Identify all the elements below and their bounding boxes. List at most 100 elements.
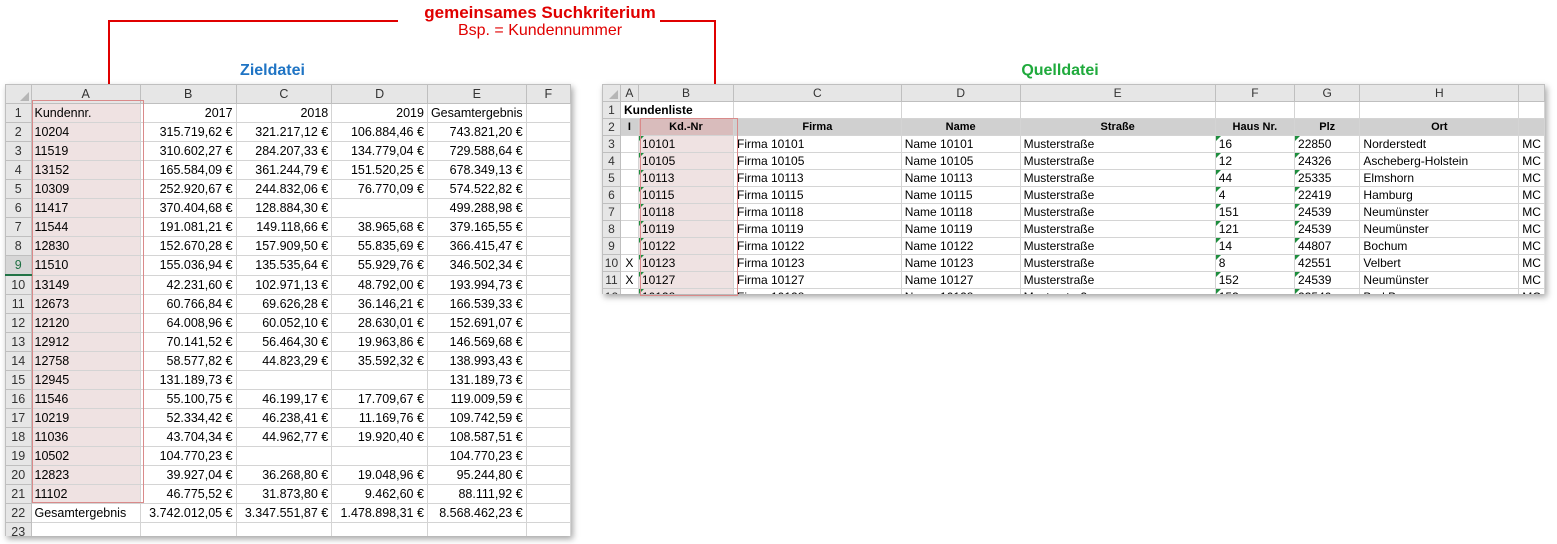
value-cell[interactable]: 17.709,67 € bbox=[331, 389, 428, 409]
value-cell[interactable]: 55.929,76 € bbox=[331, 255, 428, 276]
column-header-b[interactable]: B bbox=[139, 84, 237, 104]
value-cell[interactable]: 28.630,01 € bbox=[331, 313, 428, 333]
column-header-a[interactable]: A bbox=[619, 84, 639, 102]
data-cell[interactable]: Hamburg bbox=[1359, 186, 1520, 204]
value-cell[interactable]: 55.835,69 € bbox=[331, 236, 428, 256]
empty-cell[interactable] bbox=[1019, 101, 1216, 119]
value-cell[interactable]: 44.962,77 € bbox=[235, 427, 333, 447]
data-cell[interactable] bbox=[619, 203, 639, 221]
data-cell[interactable]: Firma 10119 bbox=[733, 220, 902, 238]
empty-cell[interactable] bbox=[525, 198, 571, 218]
data-cell[interactable]: Name 10113 bbox=[900, 169, 1021, 187]
data-cell[interactable]: Elmshorn bbox=[1359, 169, 1520, 187]
header-cell[interactable]: Kundennr. bbox=[30, 103, 141, 123]
data-cell[interactable]: 44807 bbox=[1294, 237, 1361, 255]
value-cell[interactable]: 46.199,17 € bbox=[235, 389, 333, 409]
value-cell[interactable]: 743.821,20 € bbox=[426, 122, 527, 142]
customer-number-cell[interactable]: 12945 bbox=[30, 370, 141, 390]
value-cell[interactable]: 152.670,28 € bbox=[139, 236, 237, 256]
value-cell[interactable]: 70.141,52 € bbox=[139, 332, 237, 352]
value-cell[interactable]: 69.626,28 € bbox=[235, 294, 333, 314]
value-cell[interactable]: 729.588,64 € bbox=[426, 141, 527, 161]
data-cell[interactable]: Name 10119 bbox=[900, 220, 1021, 238]
row-header[interactable]: 3 bbox=[5, 141, 32, 161]
total-cell[interactable]: 3.742.012,05 € bbox=[139, 503, 237, 523]
value-cell[interactable]: 64.008,96 € bbox=[139, 313, 237, 333]
row-header[interactable]: 9 bbox=[5, 255, 32, 276]
data-cell[interactable]: Velbert bbox=[1359, 254, 1520, 272]
column-header-c[interactable]: C bbox=[733, 84, 902, 102]
header-cell[interactable]: 2018 bbox=[235, 103, 333, 123]
header-cell[interactable]: Gesamtergebnis bbox=[426, 103, 527, 123]
row-header[interactable]: 1 bbox=[5, 103, 32, 123]
header-cell[interactable]: Name bbox=[900, 118, 1021, 136]
data-cell[interactable]: Musterstraße bbox=[1019, 203, 1216, 221]
empty-cell[interactable] bbox=[1518, 101, 1545, 119]
data-cell[interactable]: Name 10101 bbox=[900, 135, 1021, 153]
data-cell[interactable]: 14 bbox=[1214, 237, 1296, 255]
data-cell[interactable]: 24539 bbox=[1294, 203, 1361, 221]
row-header[interactable]: 19 bbox=[5, 446, 32, 466]
empty-cell[interactable] bbox=[525, 446, 571, 466]
row-header[interactable]: 11 bbox=[602, 271, 621, 289]
value-cell[interactable]: 134.779,04 € bbox=[331, 141, 428, 161]
value-cell[interactable]: 370.404,68 € bbox=[139, 198, 237, 218]
value-cell[interactable]: 321.217,12 € bbox=[235, 122, 333, 142]
data-cell[interactable]: Firma 10128 bbox=[733, 288, 902, 294]
empty-cell[interactable] bbox=[525, 179, 571, 199]
value-cell[interactable]: 60.052,10 € bbox=[235, 313, 333, 333]
data-cell[interactable]: Name 10123 bbox=[900, 254, 1021, 272]
row-header[interactable]: 2 bbox=[5, 122, 32, 142]
data-cell[interactable]: 12 bbox=[1214, 152, 1296, 170]
data-cell[interactable]: 25335 bbox=[1294, 169, 1361, 187]
data-cell[interactable]: Ascheberg-Holstein bbox=[1359, 152, 1520, 170]
data-cell[interactable]: Norderstedt bbox=[1359, 135, 1520, 153]
data-cell[interactable]: MC bbox=[1518, 271, 1545, 289]
value-cell[interactable]: 157.909,50 € bbox=[235, 236, 333, 256]
row-header[interactable]: 13 bbox=[5, 332, 32, 352]
row-header[interactable]: 8 bbox=[602, 220, 621, 238]
data-cell[interactable]: Name 10105 bbox=[900, 152, 1021, 170]
value-cell[interactable]: 46.775,52 € bbox=[139, 484, 237, 504]
customer-number-cell[interactable]: 10204 bbox=[30, 122, 141, 142]
customer-number-cell[interactable]: 11102 bbox=[30, 484, 141, 504]
empty-cell[interactable] bbox=[525, 236, 571, 256]
data-cell[interactable]: Bochum bbox=[1359, 237, 1520, 255]
select-all-corner[interactable] bbox=[602, 84, 621, 102]
value-cell[interactable]: 191.081,21 € bbox=[139, 217, 237, 237]
data-cell[interactable]: MC bbox=[1518, 169, 1545, 187]
customer-number-cell[interactable]: 12823 bbox=[30, 465, 141, 485]
total-cell[interactable]: 1.478.898,31 € bbox=[331, 503, 428, 523]
data-cell[interactable]: 4 bbox=[1214, 186, 1296, 204]
customer-number-cell[interactable]: 10115 bbox=[637, 186, 735, 204]
row-header[interactable]: 6 bbox=[5, 198, 32, 218]
value-cell[interactable]: 244.832,06 € bbox=[235, 179, 333, 199]
customer-number-cell[interactable]: 11510 bbox=[30, 255, 141, 276]
column-header-f[interactable]: F bbox=[1214, 84, 1296, 102]
value-cell[interactable]: 193.994,73 € bbox=[426, 274, 527, 295]
row-header[interactable]: 22 bbox=[5, 503, 32, 523]
empty-cell[interactable] bbox=[139, 522, 237, 536]
customer-number-cell[interactable]: 12912 bbox=[30, 332, 141, 352]
data-cell[interactable]: MC bbox=[1518, 237, 1545, 255]
data-cell[interactable]: Name 10115 bbox=[900, 186, 1021, 204]
row-header[interactable]: 3 bbox=[602, 135, 621, 153]
value-cell[interactable] bbox=[331, 198, 428, 218]
row-header[interactable]: 6 bbox=[602, 186, 621, 204]
data-cell[interactable]: MC bbox=[1518, 135, 1545, 153]
row-header[interactable]: 5 bbox=[5, 179, 32, 199]
empty-cell[interactable] bbox=[30, 522, 141, 536]
data-cell[interactable]: MC bbox=[1518, 288, 1545, 294]
value-cell[interactable]: 46.238,41 € bbox=[235, 408, 333, 428]
value-cell[interactable]: 36.146,21 € bbox=[331, 294, 428, 314]
value-cell[interactable]: 9.462,60 € bbox=[331, 484, 428, 504]
row-header[interactable]: 17 bbox=[5, 408, 32, 428]
value-cell[interactable]: 104.770,23 € bbox=[426, 446, 527, 466]
row-header[interactable]: 10 bbox=[602, 254, 621, 272]
value-cell[interactable]: 252.920,67 € bbox=[139, 179, 237, 199]
row-header[interactable]: 18 bbox=[5, 427, 32, 447]
value-cell[interactable]: 43.704,34 € bbox=[139, 427, 237, 447]
header-cell[interactable]: Ort bbox=[1359, 118, 1520, 136]
value-cell[interactable]: 44.823,29 € bbox=[235, 351, 333, 371]
empty-cell[interactable] bbox=[733, 101, 902, 119]
